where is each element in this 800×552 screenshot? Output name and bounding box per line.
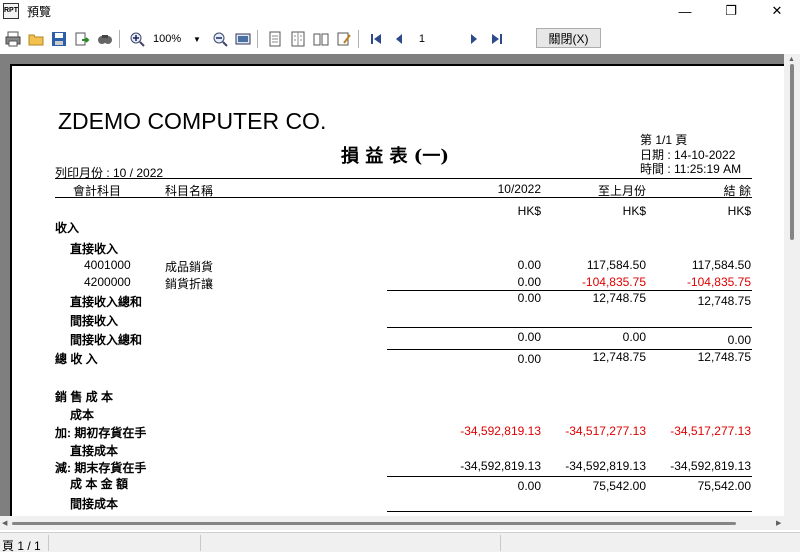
currency-col1: HK$ bbox=[517, 204, 541, 218]
acc2-v1: 0.00 bbox=[517, 275, 541, 289]
report-viewport[interactable]: ZDEMO COMPUTER CO. 損 益 表 (一) 第 1/1 頁 日期 … bbox=[0, 54, 800, 516]
report-time: 時間 : 11:25:19 AM bbox=[640, 162, 742, 176]
page-number-input[interactable]: 1 bbox=[414, 30, 455, 48]
header-col1: 10/2022 bbox=[497, 182, 541, 196]
prev-page-icon[interactable] bbox=[389, 29, 409, 49]
horizontal-scrollbar[interactable]: ◀ ▶ bbox=[0, 516, 800, 530]
cs-v1: -34,592,819.13 bbox=[460, 459, 541, 473]
ca-v2: 75,542.00 bbox=[592, 479, 646, 493]
save-icon[interactable] bbox=[49, 29, 69, 49]
closing-stock-label: 減: 期末存貨在手 bbox=[55, 461, 147, 475]
direct-income-total-label: 直接收入總和 bbox=[70, 295, 143, 309]
find-icon[interactable] bbox=[95, 29, 115, 49]
export-icon[interactable] bbox=[72, 29, 92, 49]
report-title: 損 益 表 (一) bbox=[341, 146, 449, 167]
edit-icon[interactable] bbox=[334, 29, 354, 49]
toolbar: 100% ▼ 1 關閉(X) bbox=[0, 26, 800, 52]
cost-amount-label: 成 本 金 額 bbox=[70, 477, 129, 491]
title-bar: RPT 預覽 — ❐ ✕ bbox=[0, 0, 800, 22]
total-income-label: 總 收 入 bbox=[55, 352, 98, 366]
multi-page-icon[interactable] bbox=[288, 29, 308, 49]
currency-col3: HK$ bbox=[727, 204, 751, 218]
zoom-out-icon[interactable] bbox=[210, 29, 230, 49]
window-title: 預覽 bbox=[27, 4, 52, 19]
close-window-button[interactable]: ✕ bbox=[754, 0, 800, 22]
group-direct-income: 直接收入 bbox=[70, 242, 119, 256]
currency-col2: HK$ bbox=[622, 204, 646, 218]
acc1-v1: 0.00 bbox=[517, 258, 541, 272]
dit-v1: 0.00 bbox=[517, 291, 541, 305]
status-bar: 頁 1 / 1 bbox=[0, 532, 800, 552]
acc2-code: 4200000 bbox=[84, 275, 131, 289]
report-page: ZDEMO COMPUTER CO. 損 益 表 (一) 第 1/1 頁 日期 … bbox=[10, 64, 784, 516]
section-income: 收入 bbox=[55, 221, 80, 235]
opening-stock-label: 加: 期初存貨在手 bbox=[55, 426, 147, 440]
open-folder-icon[interactable] bbox=[26, 29, 46, 49]
ca-v3: 75,542.00 bbox=[697, 479, 751, 493]
ti-v3: 12,748.75 bbox=[697, 350, 751, 364]
scroll-left-icon[interactable]: ◀ bbox=[2, 519, 7, 527]
group-direct-cost: 直接成本 bbox=[70, 444, 119, 458]
iit-v2: 0.00 bbox=[622, 330, 646, 344]
acc1-v3: 117,584.50 bbox=[691, 258, 751, 272]
status-page: 頁 1 / 1 bbox=[2, 539, 41, 552]
ti-v1: 0.00 bbox=[517, 352, 541, 366]
cs-v2: -34,592,819.13 bbox=[565, 459, 646, 473]
ca-v1: 0.00 bbox=[517, 479, 541, 493]
report-app-icon: RPT bbox=[3, 3, 19, 19]
dit-v2: 12,748.75 bbox=[592, 291, 646, 305]
next-page-icon[interactable] bbox=[464, 29, 484, 49]
acc1-name: 成品銷貨 bbox=[165, 260, 214, 274]
single-page-icon[interactable] bbox=[265, 29, 285, 49]
minimize-button[interactable]: — bbox=[662, 0, 708, 22]
acc2-name: 銷貨折讓 bbox=[165, 277, 214, 291]
fit-page-icon[interactable] bbox=[233, 29, 253, 49]
dit-v3: 12,748.75 bbox=[697, 294, 751, 308]
acc2-v2: -104,835.75 bbox=[581, 275, 646, 289]
book-icon[interactable] bbox=[311, 29, 331, 49]
group-indirect-cost: 間接成本 bbox=[70, 497, 119, 511]
os-v2: -34,517,277.13 bbox=[565, 424, 646, 438]
scroll-up-icon[interactable]: ▲ bbox=[788, 56, 795, 63]
group-cost: 成本 bbox=[70, 408, 95, 422]
zoom-select[interactable]: 100% bbox=[153, 30, 193, 48]
chevron-down-icon[interactable]: ▼ bbox=[193, 35, 201, 44]
zoom-in-icon[interactable] bbox=[127, 29, 147, 49]
group-indirect-income: 間接收入 bbox=[70, 314, 119, 328]
cs-v3: -34,592,819.13 bbox=[670, 459, 751, 473]
os-v1: -34,592,819.13 bbox=[460, 424, 541, 438]
print-icon[interactable] bbox=[3, 29, 23, 49]
acc1-code: 4001000 bbox=[84, 258, 131, 272]
first-page-icon[interactable] bbox=[366, 29, 386, 49]
iit-v1: 0.00 bbox=[517, 330, 541, 344]
os-v3: -34,517,277.13 bbox=[670, 424, 751, 438]
vertical-scroll-thumb[interactable] bbox=[790, 64, 794, 240]
close-preview-button[interactable]: 關閉(X) bbox=[536, 28, 601, 48]
acc2-v3: -104,835.75 bbox=[686, 275, 751, 289]
section-cost-of-sales: 銷 售 成 本 bbox=[55, 390, 114, 404]
scroll-right-icon[interactable]: ▶ bbox=[776, 519, 781, 527]
iit-v3: 0.00 bbox=[727, 333, 751, 347]
maximize-button[interactable]: ❐ bbox=[708, 0, 754, 22]
vertical-scrollbar[interactable]: ▲ bbox=[784, 54, 800, 516]
ti-v2: 12,748.75 bbox=[592, 350, 646, 364]
last-page-icon[interactable] bbox=[487, 29, 507, 49]
acc1-v2: 117,584.50 bbox=[586, 258, 646, 272]
indirect-income-total-label: 間接收入總和 bbox=[70, 333, 143, 347]
company-name: ZDEMO COMPUTER CO. bbox=[58, 108, 327, 134]
horizontal-scroll-thumb[interactable] bbox=[12, 522, 736, 525]
